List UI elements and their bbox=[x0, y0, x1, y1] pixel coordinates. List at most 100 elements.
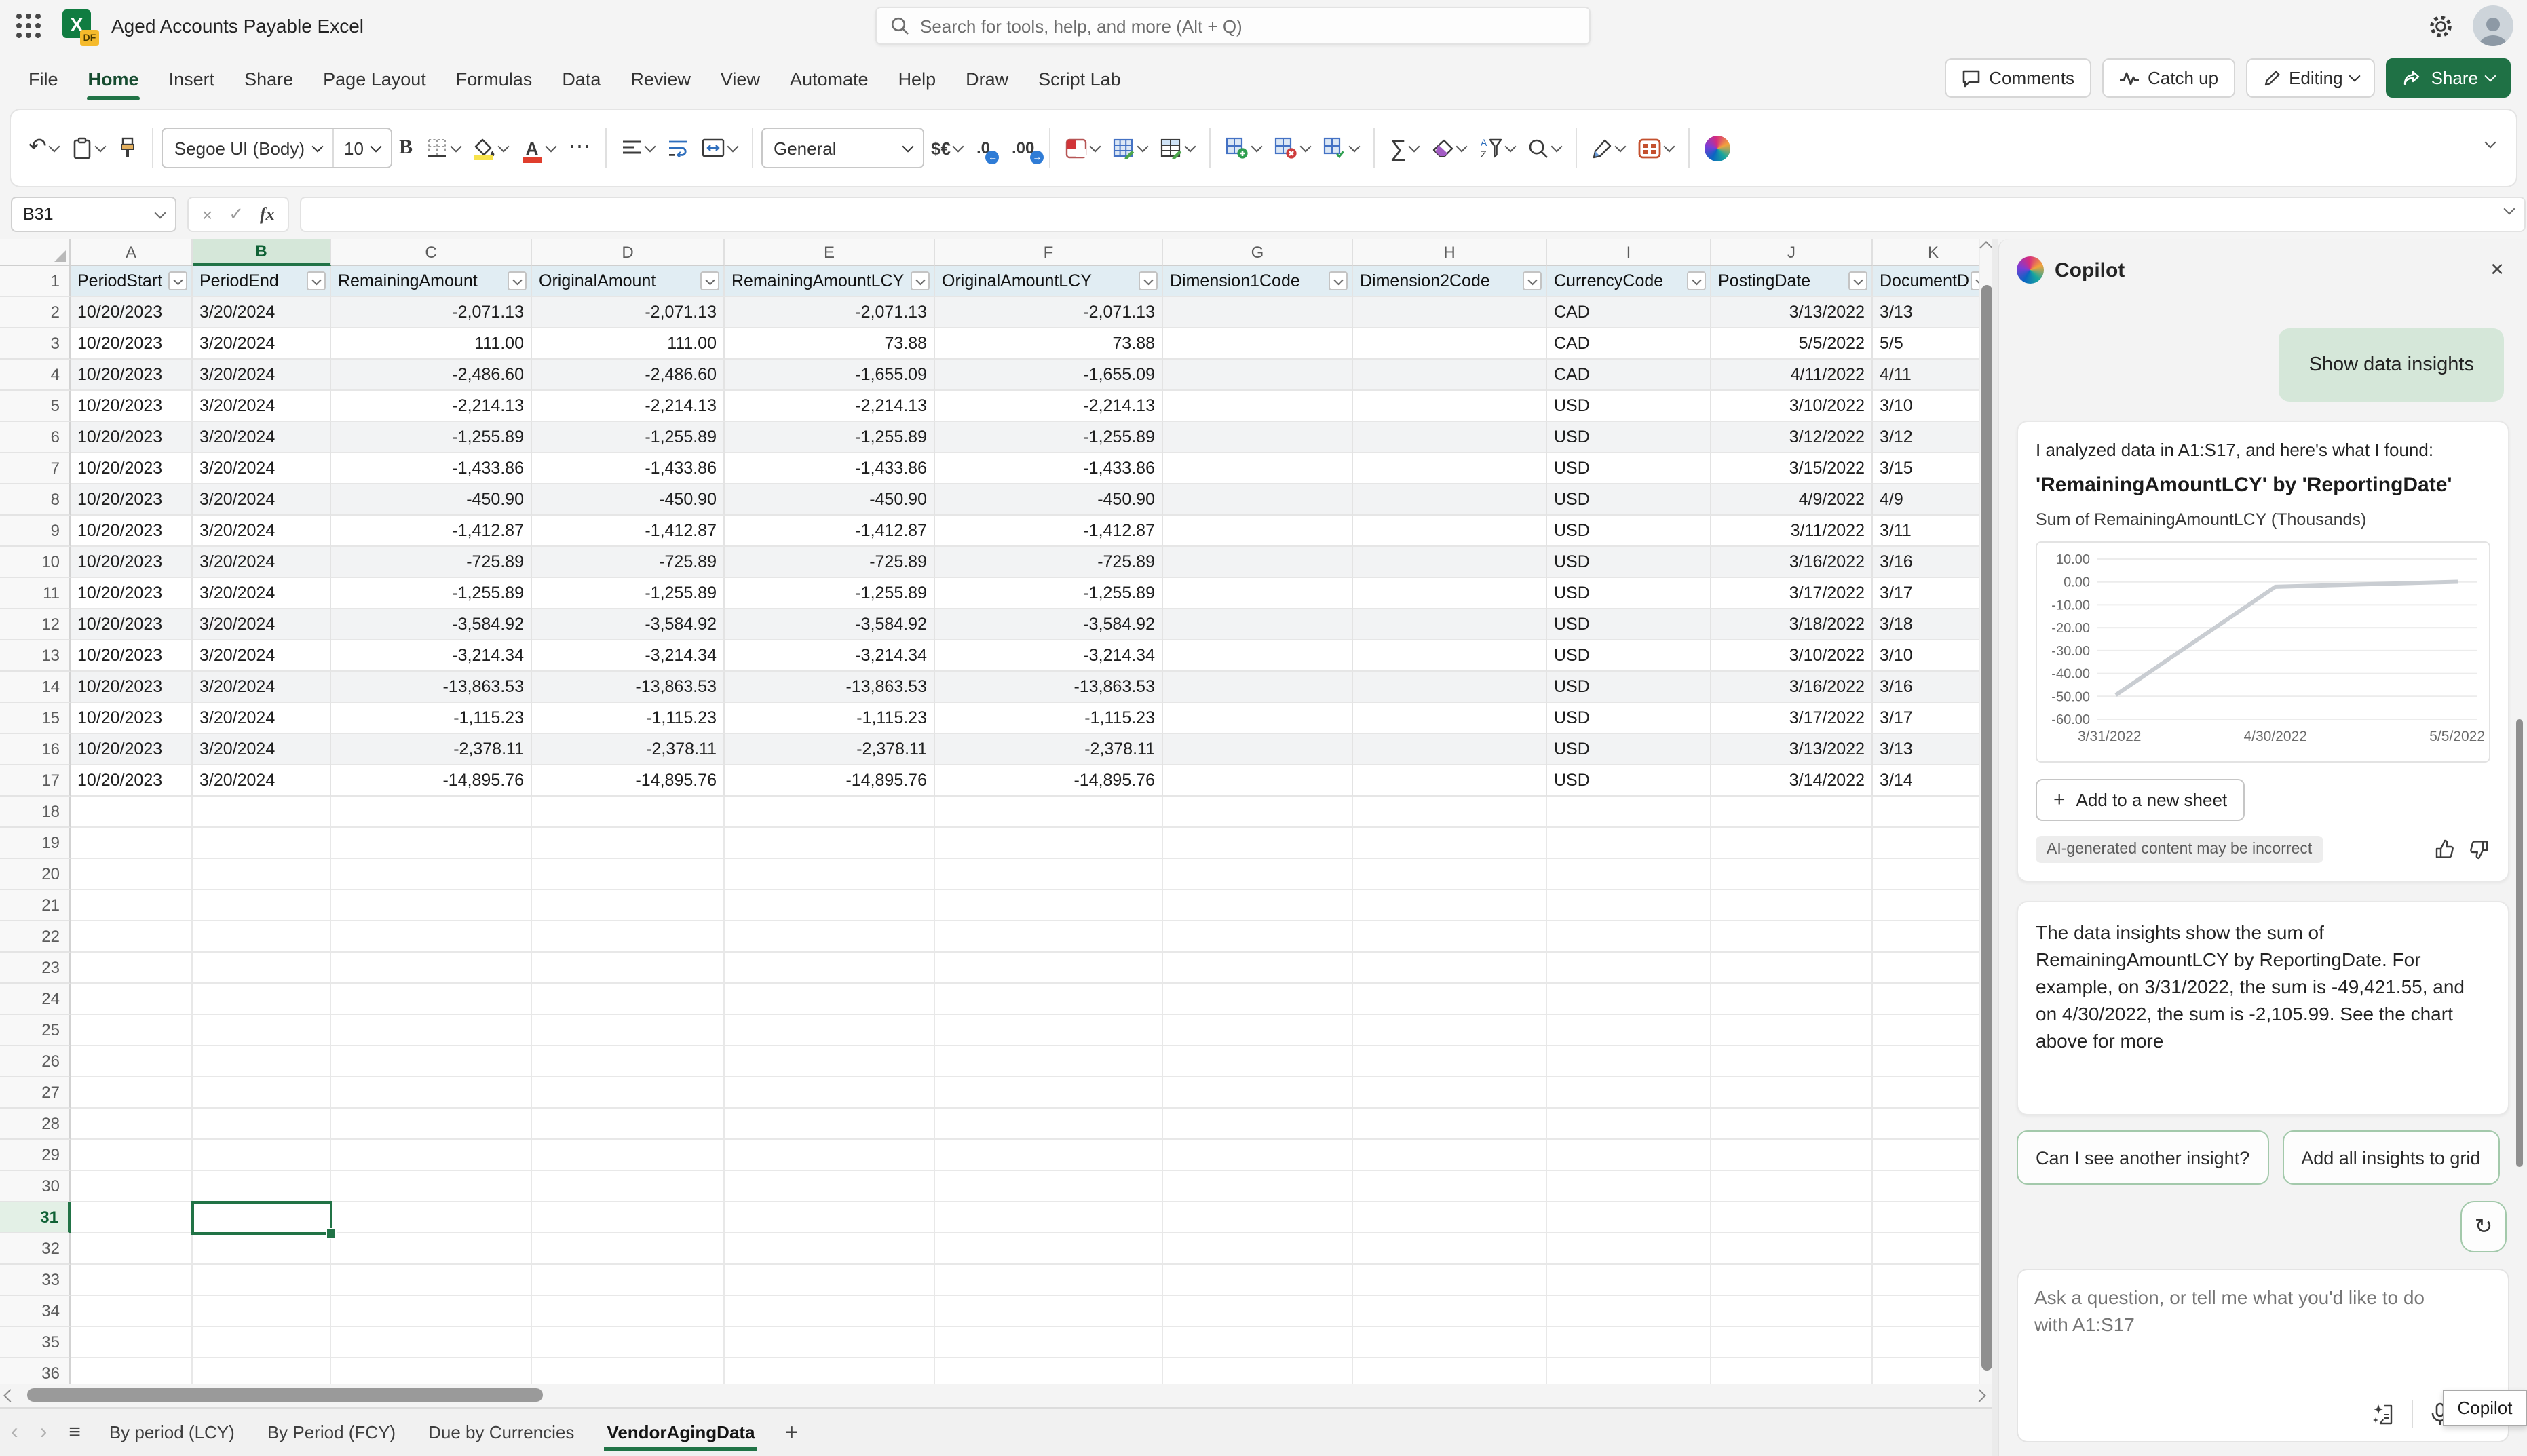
grid-cell-C19[interactable] bbox=[331, 828, 532, 859]
grid-cell-B8[interactable]: 3/20/2024 bbox=[193, 484, 331, 516]
grid-cell-D20[interactable] bbox=[532, 859, 725, 890]
grid-cell-C11[interactable]: -1,255.89 bbox=[331, 578, 532, 609]
grid-cell-A16[interactable]: 10/20/2023 bbox=[71, 734, 193, 765]
grid-cell-E29[interactable] bbox=[725, 1140, 935, 1171]
column-header-H[interactable]: H bbox=[1353, 239, 1547, 266]
grid-cell-F19[interactable] bbox=[935, 828, 1163, 859]
vertical-scroll-thumb[interactable] bbox=[1981, 285, 1992, 1371]
tab-page-layout[interactable]: Page Layout bbox=[308, 55, 441, 102]
grid-cell-F17[interactable]: -14,895.76 bbox=[935, 765, 1163, 797]
grid-cell-K10[interactable]: 3/16 bbox=[1873, 547, 1979, 578]
grid-cell-I21[interactable] bbox=[1547, 890, 1711, 921]
tab-insert[interactable]: Insert bbox=[154, 55, 230, 102]
grid-cell-K35[interactable] bbox=[1873, 1327, 1979, 1358]
grid-cell-J33[interactable] bbox=[1711, 1265, 1873, 1296]
grid-cell-G22[interactable] bbox=[1163, 921, 1353, 953]
grid-cell-D16[interactable]: -2,378.11 bbox=[532, 734, 725, 765]
grid-cell-D7[interactable]: -1,433.86 bbox=[532, 453, 725, 484]
grid-cell-D25[interactable] bbox=[532, 1015, 725, 1046]
grid-horizontal-scrollbar[interactable] bbox=[0, 1384, 1992, 1407]
row-header-15[interactable]: 15 bbox=[0, 703, 71, 734]
grid-cell-F28[interactable] bbox=[935, 1109, 1163, 1140]
grid-cell-E28[interactable] bbox=[725, 1109, 935, 1140]
grid-cell-E31[interactable] bbox=[725, 1202, 935, 1233]
grid-cell-I2[interactable]: CAD bbox=[1547, 297, 1711, 328]
format-painter-button[interactable] bbox=[112, 128, 145, 168]
grid-cell-G5[interactable] bbox=[1163, 391, 1353, 422]
app-launcher-icon[interactable] bbox=[16, 14, 41, 38]
grid-cell-I16[interactable]: USD bbox=[1547, 734, 1711, 765]
grid-cell-H36[interactable] bbox=[1353, 1358, 1547, 1384]
grid-cell-J15[interactable]: 3/17/2022 bbox=[1711, 703, 1873, 734]
grid-cell-B14[interactable]: 3/20/2024 bbox=[193, 672, 331, 703]
grid-cell-F21[interactable] bbox=[935, 890, 1163, 921]
tab-file[interactable]: File bbox=[14, 55, 73, 102]
grid-cell-A20[interactable] bbox=[71, 859, 193, 890]
grid-cell-I7[interactable]: USD bbox=[1547, 453, 1711, 484]
tab-home[interactable]: Home bbox=[73, 55, 154, 102]
grid-cell-E12[interactable]: -3,584.92 bbox=[725, 609, 935, 640]
row-header-9[interactable]: 9 bbox=[0, 516, 71, 547]
fill-color-button[interactable] bbox=[467, 128, 514, 168]
tab-automate[interactable]: Automate bbox=[775, 55, 884, 102]
grid-cell-I33[interactable] bbox=[1547, 1265, 1711, 1296]
grid-cell-F16[interactable]: -2,378.11 bbox=[935, 734, 1163, 765]
grid-cell-E32[interactable] bbox=[725, 1233, 935, 1265]
decrease-decimal-button[interactable]: .0 ← bbox=[970, 128, 1000, 168]
grid-cell-B6[interactable]: 3/20/2024 bbox=[193, 422, 331, 453]
share-button[interactable]: Share bbox=[2386, 58, 2511, 98]
grid-cell-K3[interactable]: 5/5 bbox=[1873, 328, 1979, 360]
sheet-tab-due-by-currencies[interactable]: Due by Currencies bbox=[412, 1409, 590, 1456]
grid-cell-K2[interactable]: 3/13 bbox=[1873, 297, 1979, 328]
row-header-30[interactable]: 30 bbox=[0, 1171, 71, 1202]
grid-cell-C14[interactable]: -13,863.53 bbox=[331, 672, 532, 703]
row-header-33[interactable]: 33 bbox=[0, 1265, 71, 1296]
format-as-table-button[interactable] bbox=[1106, 128, 1154, 168]
document-title[interactable]: Aged Accounts Payable Excel bbox=[111, 15, 364, 37]
grid-cell-A18[interactable] bbox=[71, 797, 193, 828]
row-header-21[interactable]: 21 bbox=[0, 890, 71, 921]
grid-cell-K27[interactable] bbox=[1873, 1077, 1979, 1109]
sheet-tab-by-period-fcy-[interactable]: By Period (FCY) bbox=[251, 1409, 412, 1456]
row-header-35[interactable]: 35 bbox=[0, 1327, 71, 1358]
grid-cell-I5[interactable]: USD bbox=[1547, 391, 1711, 422]
grid-cell-C18[interactable] bbox=[331, 797, 532, 828]
row-header-36[interactable]: 36 bbox=[0, 1358, 71, 1384]
grid-cell-J12[interactable]: 3/18/2022 bbox=[1711, 609, 1873, 640]
grid-cell-E14[interactable]: -13,863.53 bbox=[725, 672, 935, 703]
grid-cell-D35[interactable] bbox=[532, 1327, 725, 1358]
grid-cell-G12[interactable] bbox=[1163, 609, 1353, 640]
table-header-cell[interactable]: RemainingAmount bbox=[331, 266, 532, 297]
grid-cell-I35[interactable] bbox=[1547, 1327, 1711, 1358]
grid-cell-B4[interactable]: 3/20/2024 bbox=[193, 360, 331, 391]
grid-cell-I28[interactable] bbox=[1547, 1109, 1711, 1140]
grid-cell-E5[interactable]: -2,214.13 bbox=[725, 391, 935, 422]
font-color-button[interactable]: A bbox=[514, 128, 562, 168]
column-header-A[interactable]: A bbox=[71, 239, 193, 266]
grid-cell-C9[interactable]: -1,412.87 bbox=[331, 516, 532, 547]
grid-cell-K23[interactable] bbox=[1873, 953, 1979, 984]
grid-cell-F31[interactable] bbox=[935, 1202, 1163, 1233]
grid-cell-H8[interactable] bbox=[1353, 484, 1547, 516]
insert-cells-button[interactable] bbox=[1219, 128, 1268, 168]
grid-cell-B2[interactable]: 3/20/2024 bbox=[193, 297, 331, 328]
comments-button[interactable]: Comments bbox=[1944, 58, 2091, 98]
clear-button[interactable] bbox=[1426, 128, 1473, 168]
grid-cell-C23[interactable] bbox=[331, 953, 532, 984]
font-size-select[interactable]: 10 bbox=[333, 129, 391, 167]
grid-cell-C27[interactable] bbox=[331, 1077, 532, 1109]
sort-filter-button[interactable]: AZ bbox=[1473, 128, 1522, 168]
grid-cell-E34[interactable] bbox=[725, 1296, 935, 1327]
grid-cell-H11[interactable] bbox=[1353, 578, 1547, 609]
grid-cell-F23[interactable] bbox=[935, 953, 1163, 984]
grid-cell-K14[interactable]: 3/16 bbox=[1873, 672, 1979, 703]
filter-dropdown-icon[interactable] bbox=[1523, 271, 1542, 290]
grid-cell-K30[interactable] bbox=[1873, 1171, 1979, 1202]
grid-cell-G13[interactable] bbox=[1163, 640, 1353, 672]
close-panel-icon[interactable]: × bbox=[2485, 254, 2509, 286]
grid-cell-D5[interactable]: -2,214.13 bbox=[532, 391, 725, 422]
grid-cell-F8[interactable]: -450.90 bbox=[935, 484, 1163, 516]
grid-cell-I8[interactable]: USD bbox=[1547, 484, 1711, 516]
grid-cell-F24[interactable] bbox=[935, 984, 1163, 1015]
grid-cell-E25[interactable] bbox=[725, 1015, 935, 1046]
